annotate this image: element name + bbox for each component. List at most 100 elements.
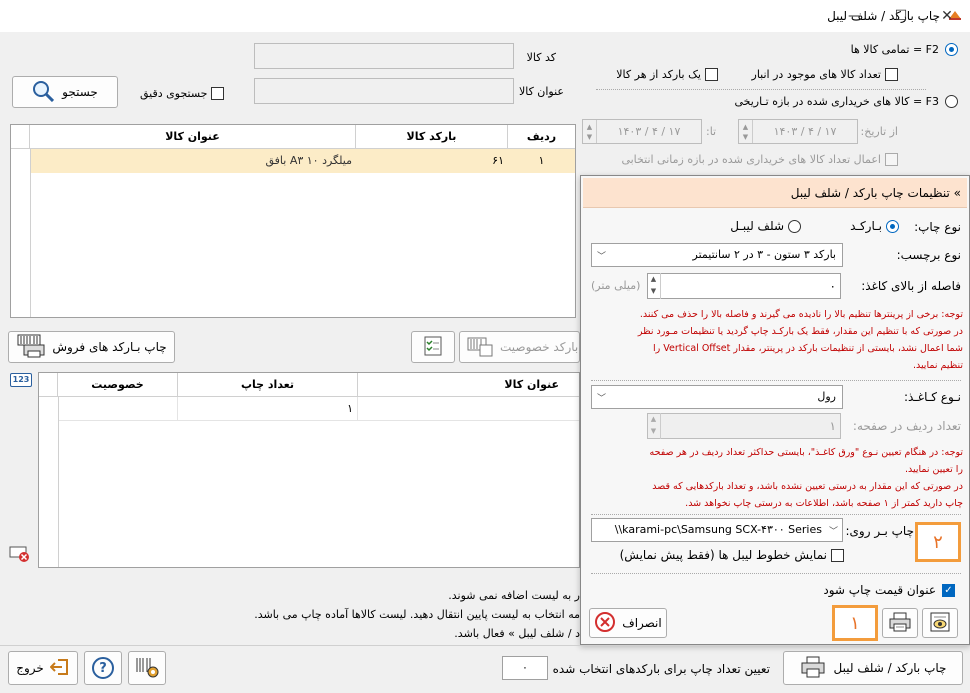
price-title-checkbox[interactable]: ✓ bbox=[942, 583, 955, 597]
exit-button[interactable]: خروج bbox=[8, 651, 78, 685]
top-margin-value: ۰ bbox=[829, 279, 836, 293]
exact-search-checkbox[interactable] bbox=[211, 87, 225, 100]
paper-type-label: نـوع کـاغـذ: bbox=[903, 390, 961, 404]
apply-qty-option[interactable]: اعمال تعداد کالا های خریداری شده در بازه… bbox=[621, 153, 898, 166]
shelf-label-option[interactable]: شلف لیبـل bbox=[730, 219, 801, 233]
close-button[interactable]: ✕ bbox=[924, 0, 970, 32]
row-barcode-cell: ۶۱ bbox=[492, 154, 504, 167]
top-margin-input[interactable]: ۰ bbox=[647, 273, 841, 299]
minimize-button[interactable]: — bbox=[832, 0, 878, 32]
help-button[interactable]: ? bbox=[84, 651, 122, 685]
marker-2: ۲ bbox=[915, 522, 961, 562]
rows-per-page-input[interactable]: ۱ bbox=[647, 413, 841, 439]
all-goods-radio[interactable] bbox=[945, 43, 958, 56]
row-number-cell: ۱ bbox=[538, 154, 545, 167]
price-title-label: عنوان قیمت چاپ شود bbox=[823, 583, 936, 597]
to-date-value: ۱۴۰۳ / ۴ / ۱۷ bbox=[617, 125, 681, 138]
cancel-button[interactable]: انصراف bbox=[589, 608, 667, 638]
label-type-select[interactable]: بارکد ۳ ستون - ۳ در ۲ سانتیمتر ﹀ bbox=[591, 243, 843, 267]
purchased-range-label: F3 = کالا های خریداری شده در بازه تـاریخ… bbox=[734, 95, 939, 108]
price-title-option[interactable]: ✓ عنوان قیمت چاپ شود bbox=[823, 583, 955, 597]
col-header-name[interactable]: عنوان کالا bbox=[30, 125, 356, 148]
table-row[interactable]: ۱ bbox=[58, 397, 579, 421]
margin-note-line: در صورتی که با تنظیم این مقدار، فقط یک ب… bbox=[637, 326, 963, 337]
table-row[interactable]: میلگرد ۱۰ A۳ بافق ۶۱ ۱ bbox=[30, 149, 575, 173]
barcode-radio[interactable] bbox=[886, 219, 899, 233]
one-per-item-checkbox[interactable] bbox=[705, 68, 718, 81]
print-barcode-button[interactable]: چاپ بارکد / شلف لیبل bbox=[783, 651, 963, 685]
top-margin-spin[interactable]: ▲ ▼ bbox=[647, 273, 661, 299]
note-line-2: مه انتخاب به لیست پایین انتقال دهید. لیس… bbox=[254, 608, 580, 621]
note-line-3: د / شلف لیبل » فعال باشد. bbox=[454, 627, 580, 640]
notes: ر به لیست اضافه نمی شوند. مه انتخاب به ل… bbox=[180, 586, 580, 643]
shelf-label-option-label: شلف لیبـل bbox=[730, 219, 784, 233]
col-header-row[interactable]: ردیف bbox=[508, 125, 575, 148]
title-bar: چاپ بارکد / شلف لیبل — ☐ ✕ bbox=[0, 0, 970, 32]
row-count-cell: ۱ bbox=[178, 397, 358, 420]
rows-per-page-label: تعداد ردیف در صفحه: bbox=[852, 419, 961, 433]
print-sales-barcode-label: چاپ بـارکد های فروش bbox=[52, 340, 167, 354]
qty-in-stock-label: تعداد کالا های موجود در انبار bbox=[751, 68, 881, 81]
printer-select[interactable]: \\karami-pc\Samsung SCX-۴۳۰۰ Series ﹀ bbox=[591, 518, 843, 542]
goods-grid[interactable]: عنوان کالا بارکد کالا ردیف میلگرد ۱۰ A۳ … bbox=[10, 124, 576, 318]
all-goods-label: F2 = تمامی کالا ها bbox=[850, 43, 939, 56]
preview-button[interactable] bbox=[922, 608, 958, 638]
shelf-label-radio[interactable] bbox=[788, 219, 801, 233]
print-settings-button[interactable] bbox=[882, 608, 918, 638]
printer-icon bbox=[800, 655, 826, 682]
checklist-button[interactable] bbox=[411, 331, 455, 363]
label-type-label: نوع برچسب: bbox=[896, 248, 961, 262]
checklist-icon bbox=[422, 335, 444, 360]
to-date-picker[interactable]: ▲ ▼ ۱۴۰۳ / ۴ / ۱۷ bbox=[582, 119, 702, 144]
paper-type-select[interactable]: رول ﹀ bbox=[591, 385, 843, 409]
paper-note-line: را تعیین نمایید. bbox=[904, 464, 963, 475]
cancel-label: انصراف bbox=[622, 616, 662, 630]
label-type-value: بارکد ۳ ستون - ۳ در ۲ سانتیمتر bbox=[692, 248, 837, 261]
code-input[interactable] bbox=[254, 43, 514, 69]
from-date-spin[interactable]: ▲ ▼ bbox=[739, 120, 753, 143]
show-lines-checkbox[interactable] bbox=[831, 548, 844, 562]
margin-note: توجه: برخی از پرینترها تنظیم بالا را ناد… bbox=[589, 306, 963, 374]
qty-in-stock-checkbox[interactable] bbox=[885, 68, 898, 81]
qty-in-stock-option[interactable]: تعداد کالا های موجود در انبار bbox=[752, 68, 898, 81]
to-date-spin[interactable]: ▲ ▼ bbox=[583, 120, 597, 143]
purchased-range-option[interactable]: F3 = کالا های خریداری شده در بازه تـاریخ… bbox=[734, 95, 958, 108]
print-on-label: چاپ بـر روی: bbox=[845, 524, 914, 538]
settings-barcode-button[interactable] bbox=[128, 651, 166, 685]
apply-qty-checkbox[interactable] bbox=[885, 153, 898, 166]
barcode-option[interactable]: بـارکـد bbox=[850, 219, 899, 233]
one-per-item-option[interactable]: یک بارکد از هر کالا bbox=[616, 68, 718, 81]
print-sales-barcode-button[interactable]: چاپ بـارکد های فروش bbox=[8, 331, 175, 363]
exact-search-option[interactable]: جستجوی دقیق bbox=[140, 87, 225, 100]
one-per-item-label: یک بارکد از هر کالا bbox=[616, 68, 701, 81]
print-type-label: نوع چاپ: bbox=[914, 220, 961, 234]
exact-search-label: جستجوی دقیق bbox=[140, 87, 208, 100]
delete-icon[interactable] bbox=[8, 545, 32, 566]
name-input[interactable] bbox=[254, 78, 514, 104]
row-name-cell: میلگرد ۱۰ A۳ بافق bbox=[265, 154, 352, 167]
from-date-picker[interactable]: ▲ ▼ ۱۴۰۳ / ۴ / ۱۷ bbox=[738, 119, 858, 144]
col-header-goods-name[interactable]: عنوان کالا bbox=[358, 373, 579, 396]
show-lines-option[interactable]: نمایش خطوط لیبل ها (فقط پیش نمایش) bbox=[620, 548, 844, 562]
set-count-label: تعیین تعداد چاپ برای بارکدهای انتخاب شده bbox=[552, 662, 770, 676]
printer-barcode-icon bbox=[16, 333, 46, 362]
rows-per-page-spin[interactable]: ▲ ▼ bbox=[647, 413, 661, 439]
paper-type-value: رول bbox=[817, 390, 836, 403]
search-icon bbox=[32, 80, 55, 105]
col-header-attribute[interactable]: خصوصیت bbox=[58, 373, 178, 396]
rows-per-page-value: ۱ bbox=[829, 419, 836, 433]
print-list-grid[interactable]: خصوصیت تعداد چاپ عنوان کالا ۱ bbox=[38, 372, 580, 568]
col-header-barcode[interactable]: بارکد کالا bbox=[356, 125, 508, 148]
margin-note-line: تنظیم نمایید. bbox=[912, 360, 963, 371]
search-button[interactable]: جستجو bbox=[12, 76, 118, 108]
purchased-range-radio[interactable] bbox=[945, 95, 958, 108]
printer-value: \\karami-pc\Samsung SCX-۴۳۰۰ Series bbox=[614, 523, 822, 536]
attribute-barcode-button[interactable]: بارکد خصوصیت bbox=[459, 331, 580, 363]
preview-icon bbox=[928, 611, 952, 636]
all-goods-option[interactable]: F2 = تمامی کالا ها bbox=[851, 43, 958, 56]
col-header-print-count[interactable]: تعداد چاپ bbox=[178, 373, 358, 396]
settings-header: » تنظیمات چاپ بارکد / شلف لیبل bbox=[583, 178, 967, 208]
set-count-input[interactable]: ۰ bbox=[502, 656, 548, 680]
show-lines-label: نمایش خطوط لیبل ها (فقط پیش نمایش) bbox=[619, 548, 827, 562]
maximize-button[interactable]: ☐ bbox=[878, 0, 924, 32]
